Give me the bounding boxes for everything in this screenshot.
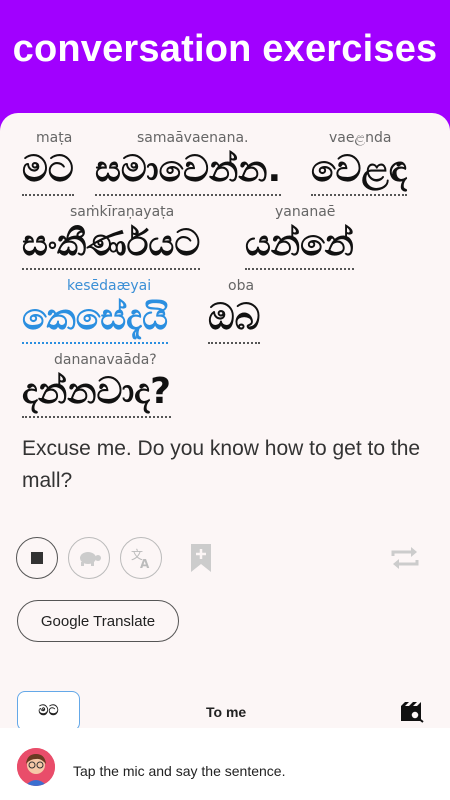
avatar-icon bbox=[17, 748, 55, 786]
word-transliteration: samaāvaenana. bbox=[137, 130, 249, 146]
word-sinhala[interactable]: කෙසේදැයි bbox=[22, 296, 169, 344]
svg-text:A: A bbox=[140, 557, 150, 570]
stop-icon bbox=[31, 552, 43, 564]
translate-button[interactable]: 文 A bbox=[120, 537, 162, 579]
mic-prompt: Tap the mic and say the sentence. bbox=[73, 763, 286, 779]
footer-bar: Tap the mic and say the sentence. bbox=[0, 728, 450, 800]
translate-icon: 文 A bbox=[131, 547, 150, 570]
word-transliteration: maṭa bbox=[36, 130, 73, 146]
turtle-icon bbox=[80, 552, 101, 566]
word-transliteration: oba bbox=[228, 278, 255, 294]
word-sinhala[interactable]: යන්නේ bbox=[245, 222, 354, 270]
exercise-card: maṭa මට samaāvaenana. සමාවෙන්න. vaeළnda … bbox=[0, 113, 450, 753]
avatar bbox=[17, 748, 55, 786]
bookmark-add-icon bbox=[191, 544, 211, 572]
english-translation: Excuse me. Do you know how to get to the… bbox=[22, 437, 421, 492]
bookmark-add-button[interactable] bbox=[183, 539, 219, 577]
word-sinhala[interactable]: සංකීර්ණයට bbox=[22, 222, 201, 270]
video-search-button[interactable] bbox=[399, 700, 427, 724]
repeat-button[interactable] bbox=[385, 539, 425, 577]
word-transliteration: kesēdaæyai bbox=[67, 278, 152, 294]
footer-panel: Tap the mic and say the sentence. bbox=[0, 728, 450, 800]
repeat-icon bbox=[391, 547, 419, 569]
stop-button[interactable] bbox=[16, 537, 58, 579]
word-sinhala[interactable]: මට bbox=[22, 148, 74, 196]
page-title: conversation exercises bbox=[12, 28, 438, 70]
word-transliteration: yananaē bbox=[275, 204, 336, 220]
slow-playback-button[interactable] bbox=[68, 537, 110, 579]
header: conversation exercises bbox=[0, 0, 450, 115]
word-sinhala[interactable]: වෙළඳ bbox=[311, 148, 408, 196]
google-translate-button[interactable]: Google Translate bbox=[17, 600, 179, 642]
word-transliteration: vaeළnda bbox=[329, 130, 392, 146]
word-transliteration: saṁkīraṇayaṭa bbox=[70, 204, 175, 220]
word-sinhala[interactable]: දන්නවාද? bbox=[22, 370, 172, 418]
word-sinhala[interactable]: ඔබ bbox=[208, 296, 261, 344]
word-transliteration: dananavaāda? bbox=[54, 352, 157, 368]
word-sinhala[interactable]: සමාවෙන්න. bbox=[95, 148, 282, 196]
vocab-meaning: To me bbox=[206, 704, 247, 720]
video-search-icon bbox=[401, 702, 424, 723]
vocab-chip[interactable]: මට bbox=[17, 691, 80, 731]
